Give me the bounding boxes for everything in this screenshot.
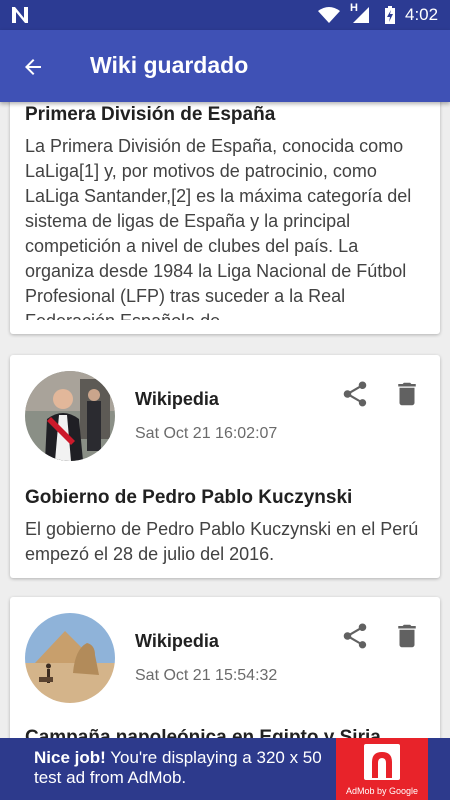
delete-icon xyxy=(398,382,416,406)
admob-logo: AdMob by Google xyxy=(336,738,428,800)
app-bar: Wiki guardado xyxy=(0,30,450,102)
saved-article-card[interactable]: Primera División de España La Primera Di… xyxy=(10,102,440,334)
ad-banner[interactable]: Nice job! You're displaying a 320 x 50 t… xyxy=(0,738,450,800)
signal-icon xyxy=(353,7,369,23)
delete-button[interactable] xyxy=(392,379,422,409)
share-icon xyxy=(343,381,367,407)
article-title: Campaña napoleónica en Egipto y Siria xyxy=(25,727,381,738)
saved-timestamp: Sat Oct 21 15:54:32 xyxy=(135,667,278,684)
article-title: Primera División de España xyxy=(25,104,276,125)
ad-attribution: AdMob by Google xyxy=(345,786,419,796)
article-thumbnail xyxy=(25,613,115,703)
article-summary: El gobierno de Pedro Pablo Kuczynski en … xyxy=(25,519,419,564)
article-title: Gobierno de Pedro Pablo Kuczynski xyxy=(25,487,353,508)
delete-button[interactable] xyxy=(392,621,422,651)
status-clock: 4:02 xyxy=(405,5,439,24)
wifi-icon xyxy=(318,7,340,23)
share-button[interactable] xyxy=(340,379,370,409)
page-title: Wiki guardado xyxy=(90,52,249,78)
battery-icon xyxy=(385,6,395,24)
app-logo-icon xyxy=(12,7,28,23)
delete-icon xyxy=(398,624,416,648)
article-thumbnail xyxy=(25,371,115,461)
share-button[interactable] xyxy=(340,621,370,651)
share-icon xyxy=(343,623,367,649)
article-source: Wikipedia xyxy=(135,389,219,409)
ad-headline: Nice job! xyxy=(34,748,106,767)
saved-article-card[interactable]: Wikipedia Sat Oct 21 16:02:07 Gobierno d… xyxy=(10,355,440,578)
saved-wiki-list[interactable]: Primera División de España La Primera Di… xyxy=(0,102,450,738)
saved-article-card[interactable]: Wikipedia Sat Oct 21 15:54:32 Campaña na… xyxy=(10,597,440,738)
article-summary: La Primera División de España, conocida … xyxy=(25,136,412,320)
ad-text: Nice job! You're displaying a 320 x 50 t… xyxy=(34,748,344,788)
arrow-back-icon xyxy=(25,59,41,75)
admob-icon xyxy=(364,744,400,780)
status-bar: H 4:02 xyxy=(0,0,450,30)
saved-timestamp: Sat Oct 21 16:02:07 xyxy=(135,425,278,442)
back-button[interactable] xyxy=(16,50,50,84)
article-source: Wikipedia xyxy=(135,631,219,651)
